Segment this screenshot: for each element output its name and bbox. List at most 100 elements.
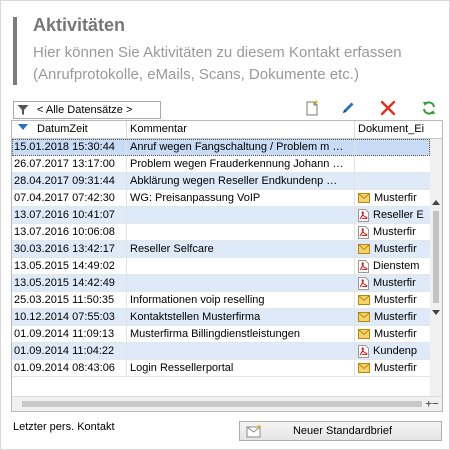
cell-dokument[interactable]: Musterfir [355,326,430,342]
filter-funnel-icon [17,105,29,115]
document-name: Musterfir [374,310,417,323]
cell-datumzeit: 13.05.2015 14:42:49 [12,275,127,291]
new-document-icon[interactable] [303,99,321,117]
table-row[interactable]: 13.05.2015 14:49:02 Dienstem [12,258,430,275]
cell-dokument[interactable] [355,139,430,155]
page-subtitle: Hier können Sie Aktivitäten zu diesem Ko… [33,42,443,86]
document-name: Reseller E [373,208,424,221]
table-row[interactable]: 26.07.2017 13:17:00 Problem wegen Frauder… [12,156,430,173]
cell-kommentar: Login Ressellerportal [127,360,355,376]
document-name: Musterfir [374,191,417,204]
vertical-scrollbar[interactable] [430,139,442,396]
cell-datumzeit: 13.05.2015 14:49:02 [12,258,127,274]
new-standard-letter-button[interactable]: Neuer Standardbrief [239,421,442,441]
cell-dokument[interactable] [355,156,430,172]
cell-datumzeit: 01.09.2014 11:04:22 [12,343,127,359]
activities-grid[interactable]: DatumZeit Kommentar Dokument_Ei 15.01.20… [11,120,443,412]
grid-header: DatumZeit Kommentar Dokument_Ei [12,121,442,139]
new-standard-letter-label: Neuer Standardbrief [292,425,393,437]
document-name: Kundenp [373,344,418,357]
table-row[interactable]: 28.04.2017 09:31:44 Abklärung wegen Resel… [12,173,430,190]
mail-icon [358,329,370,339]
column-header-label: DatumZeit [37,123,88,135]
filter-label: < Alle Datensätze > [37,104,133,116]
cell-dokument[interactable]: Musterfir [355,241,430,257]
cell-kommentar: Informationen voip reselling [127,292,355,308]
page-title: Aktivitäten [33,15,126,35]
cell-dokument[interactable]: Musterfir [355,224,430,240]
cell-kommentar: Reseller Selfcare [127,241,355,257]
document-name: Musterfir [374,361,417,374]
table-row[interactable]: 13.07.2016 10:41:07 Reseller E [12,207,430,224]
scroll-up-icon[interactable] [432,200,440,205]
cell-kommentar [127,207,355,223]
cell-datumzeit: 15.01.2018 15:30:44 [12,139,127,155]
cell-kommentar: Kontaktstellen Musterfirma [127,309,355,325]
document-name: Musterfir [373,276,416,289]
cell-kommentar: Abklärung wegen Reseller Endkundenp … [127,173,355,189]
pdf-icon [358,276,369,290]
cell-datumzeit: 07.04.2017 07:42:30 [12,190,127,206]
edit-pencil-icon[interactable] [339,99,357,117]
cell-kommentar: Musterfirma Billingdienstleistungen [127,326,355,342]
table-row[interactable]: 07.04.2017 07:42:30 WG: Preisanpassung Vo… [12,190,430,207]
horizontal-scroll-thumb[interactable] [22,401,422,407]
cell-datumzeit: 01.09.2014 08:43:06 [12,360,127,376]
table-row[interactable]: 25.03.2015 11:50:35 Informationen voip re… [12,292,430,309]
vertical-scroll-thumb[interactable] [433,211,439,303]
activities-panel: Aktivitäten Hier können Sie Aktivitäten … [0,0,450,450]
column-header-dokument[interactable]: Dokument_Ei [355,121,442,138]
filter-dropdown[interactable]: < Alle Datensätze > [13,101,161,119]
table-row[interactable]: 01.09.2014 11:09:13 Musterfirma Billingdi… [12,326,430,343]
mail-icon [358,193,370,203]
cell-dokument[interactable] [355,173,430,189]
table-row[interactable]: 01.09.2014 08:43:06 Login Ressellerportal… [12,360,430,377]
document-name: Dienstem [373,259,420,272]
header-accent-bar [13,17,17,85]
cell-datumzeit: 10.12.2014 07:55:03 [12,309,127,325]
column-header-datumzeit[interactable]: DatumZeit [12,121,127,138]
cell-datumzeit: 25.03.2015 11:50:35 [12,292,127,308]
cell-dokument[interactable]: Dienstem [355,258,430,274]
cell-kommentar: Problem wegen Frauderkennung Johann … [127,156,355,172]
expand-icon[interactable]: +− [424,398,440,410]
table-row[interactable]: 10.12.2014 07:55:03 Kontaktstellen Muster… [12,309,430,326]
scroll-down-icon[interactable] [432,310,440,315]
table-row[interactable]: 01.09.2014 11:04:22 Kundenp [12,343,430,360]
table-row[interactable]: 13.07.2016 10:06:08 Musterfir [12,224,430,241]
table-row[interactable]: 13.05.2015 14:42:49 Musterfir [12,275,430,292]
refresh-icon[interactable] [420,99,438,117]
document-name: Musterfir [373,225,416,238]
cell-dokument[interactable]: Musterfir [355,190,430,206]
horizontal-scrollbar[interactable]: +− [12,396,442,411]
pdf-icon [358,344,369,358]
cell-dokument[interactable]: Musterfir [355,360,430,376]
cell-datumzeit: 13.07.2016 10:06:08 [12,224,127,240]
table-row-selected[interactable]: 15.01.2018 15:30:44 Anruf wegen Fangschal… [12,139,430,156]
cell-dokument[interactable]: Reseller E [355,207,430,223]
cell-datumzeit: 26.07.2017 13:17:00 [12,156,127,172]
last-contact-label: Letzter pers. Kontakt [13,421,115,433]
sort-descending-icon [18,124,28,130]
cell-kommentar [127,224,355,240]
cell-dokument[interactable]: Musterfir [355,309,430,325]
cell-kommentar [127,258,355,274]
mail-icon [358,312,370,322]
delete-x-icon[interactable] [379,99,397,117]
cell-datumzeit: 28.04.2017 09:31:44 [12,173,127,189]
document-name: Musterfir [374,327,417,340]
mail-icon [358,363,370,373]
grid-rows: 15.01.2018 15:30:44 Anruf wegen Fangschal… [12,139,430,377]
pdf-icon [358,225,369,239]
cell-kommentar: WG: Preisanpassung VoIP [127,190,355,206]
cell-dokument[interactable]: Musterfir [355,292,430,308]
column-header-kommentar[interactable]: Kommentar [127,121,355,138]
cell-dokument[interactable]: Kundenp [355,343,430,359]
cell-dokument[interactable]: Musterfir [355,275,430,291]
subtitle-line-2: (Anrufprotokolle, eMails, Scans, Dokumen… [33,66,359,83]
cell-datumzeit: 01.09.2014 11:09:13 [12,326,127,342]
pdf-icon [358,259,369,273]
mail-icon [358,295,370,305]
cell-kommentar [127,275,355,291]
table-row[interactable]: 30.03.2016 13:42:17 Reseller Selfcare Must… [12,241,430,258]
